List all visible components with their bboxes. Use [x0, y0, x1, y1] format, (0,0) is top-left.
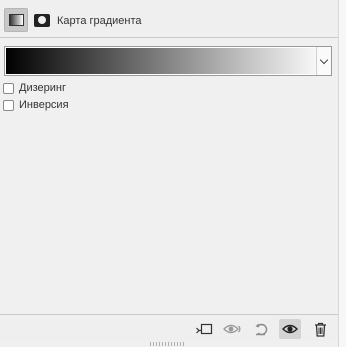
delete-icon[interactable] — [309, 319, 331, 339]
clip-to-layer-icon[interactable] — [193, 319, 215, 339]
reset-icon[interactable] — [251, 319, 273, 339]
layer-mask-icon[interactable] — [30, 8, 54, 32]
properties-panel: Карта градиента Дизеринг Инверсия — [0, 0, 338, 347]
chevron-down-icon — [319, 55, 329, 64]
reverse-label: Инверсия — [19, 99, 69, 111]
dither-label: Дизеринг — [19, 82, 66, 94]
reverse-option[interactable]: Инверсия — [3, 98, 69, 112]
panel-header: Карта градиента — [0, 0, 338, 38]
panel-footer — [0, 314, 338, 341]
gradient-map-adjustment-icon[interactable] — [4, 8, 28, 32]
gradient-preview[interactable] — [6, 48, 317, 74]
dither-option[interactable]: Дизеринг — [3, 81, 66, 95]
gradient-picker[interactable] — [4, 46, 332, 76]
reverse-checkbox[interactable] — [3, 99, 14, 111]
panel-title: Карта градиента — [57, 15, 142, 27]
resize-grip[interactable] — [150, 342, 186, 346]
dither-checkbox[interactable] — [3, 82, 14, 94]
panel-scrollbar[interactable] — [338, 0, 346, 347]
view-previous-state-icon[interactable] — [222, 319, 244, 339]
gradient-dropdown-button[interactable] — [316, 47, 331, 75]
toggle-visibility-icon[interactable] — [279, 319, 301, 339]
